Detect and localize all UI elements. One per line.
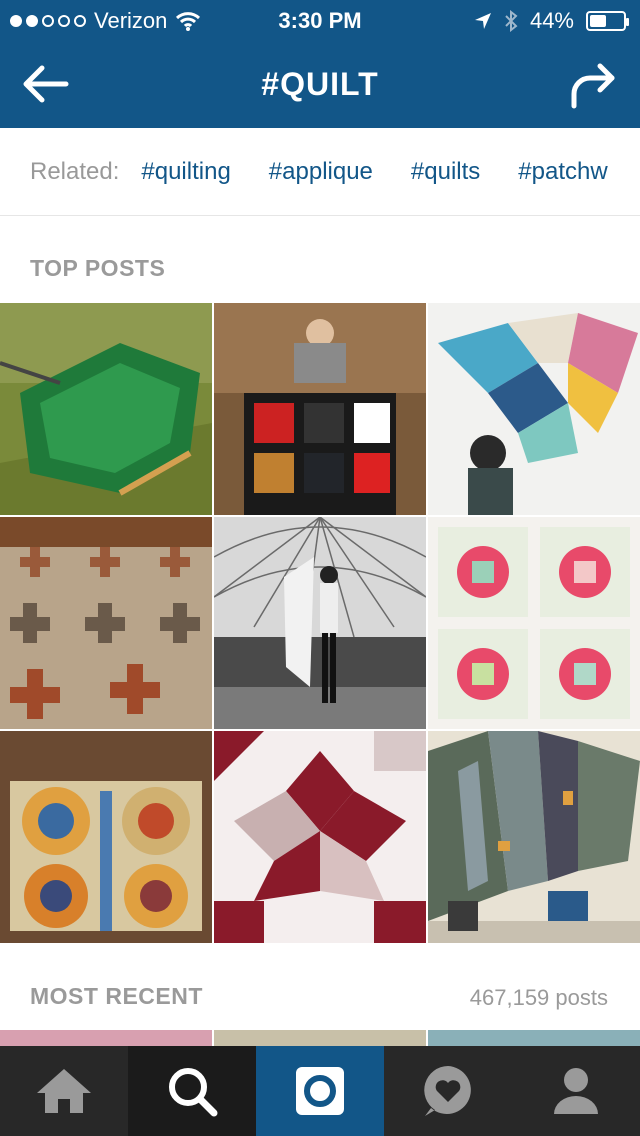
related-tag[interactable]: #quilting (141, 158, 230, 186)
post-thumbnail[interactable] (0, 517, 212, 729)
battery-icon (586, 11, 629, 31)
tab-home[interactable] (0, 1046, 128, 1136)
post-thumbnail[interactable] (214, 1030, 426, 1046)
top-posts-grid (0, 303, 640, 943)
profile-icon (554, 1068, 598, 1114)
related-tag[interactable]: #quilts (411, 158, 480, 186)
tab-bar (0, 1046, 640, 1136)
tab-search[interactable] (128, 1046, 256, 1136)
page-title: #QUILT (261, 66, 379, 102)
location-arrow-icon (474, 13, 491, 29)
tab-camera[interactable] (256, 1046, 384, 1136)
post-thumbnail[interactable] (0, 731, 212, 943)
header: Verizon 3:30 PM 44% #QUILT (0, 0, 640, 128)
search-icon (169, 1068, 218, 1117)
status-bar: Verizon 3:30 PM 44% (0, 0, 640, 40)
post-thumbnail[interactable] (428, 1030, 640, 1046)
top-posts-heading: TOP POSTS (30, 255, 166, 281)
post-thumbnail[interactable] (214, 731, 426, 943)
post-thumbnail[interactable] (214, 517, 426, 729)
related-tags-row: Related: #quilting #applique #quilts #pa… (0, 128, 640, 216)
battery-percent: 44% (529, 8, 574, 33)
post-thumbnail[interactable] (214, 303, 426, 515)
status-right: 44% (474, 8, 629, 34)
related-tag[interactable]: #patchw (518, 158, 607, 186)
activity-heart-icon (424, 1066, 471, 1116)
post-thumbnail[interactable] (428, 303, 640, 515)
most-recent-heading: MOST RECENT (30, 983, 203, 1009)
tab-profile[interactable] (512, 1046, 640, 1136)
most-recent-grid (0, 1030, 640, 1046)
home-icon (37, 1069, 91, 1113)
camera-icon (296, 1067, 344, 1115)
related-label: Related: (30, 157, 120, 185)
share-arrow-icon[interactable] (566, 60, 622, 110)
post-thumbnail[interactable] (428, 517, 640, 729)
nav-bar: #QUILT (0, 40, 640, 128)
posts-count: 467,159 posts (469, 985, 608, 1010)
bluetooth-icon (505, 10, 518, 32)
related-tag[interactable]: #applique (269, 158, 373, 186)
post-thumbnail[interactable] (428, 731, 640, 943)
post-thumbnail[interactable] (0, 303, 212, 515)
tab-activity[interactable] (384, 1046, 512, 1136)
post-thumbnail[interactable] (0, 1030, 212, 1046)
